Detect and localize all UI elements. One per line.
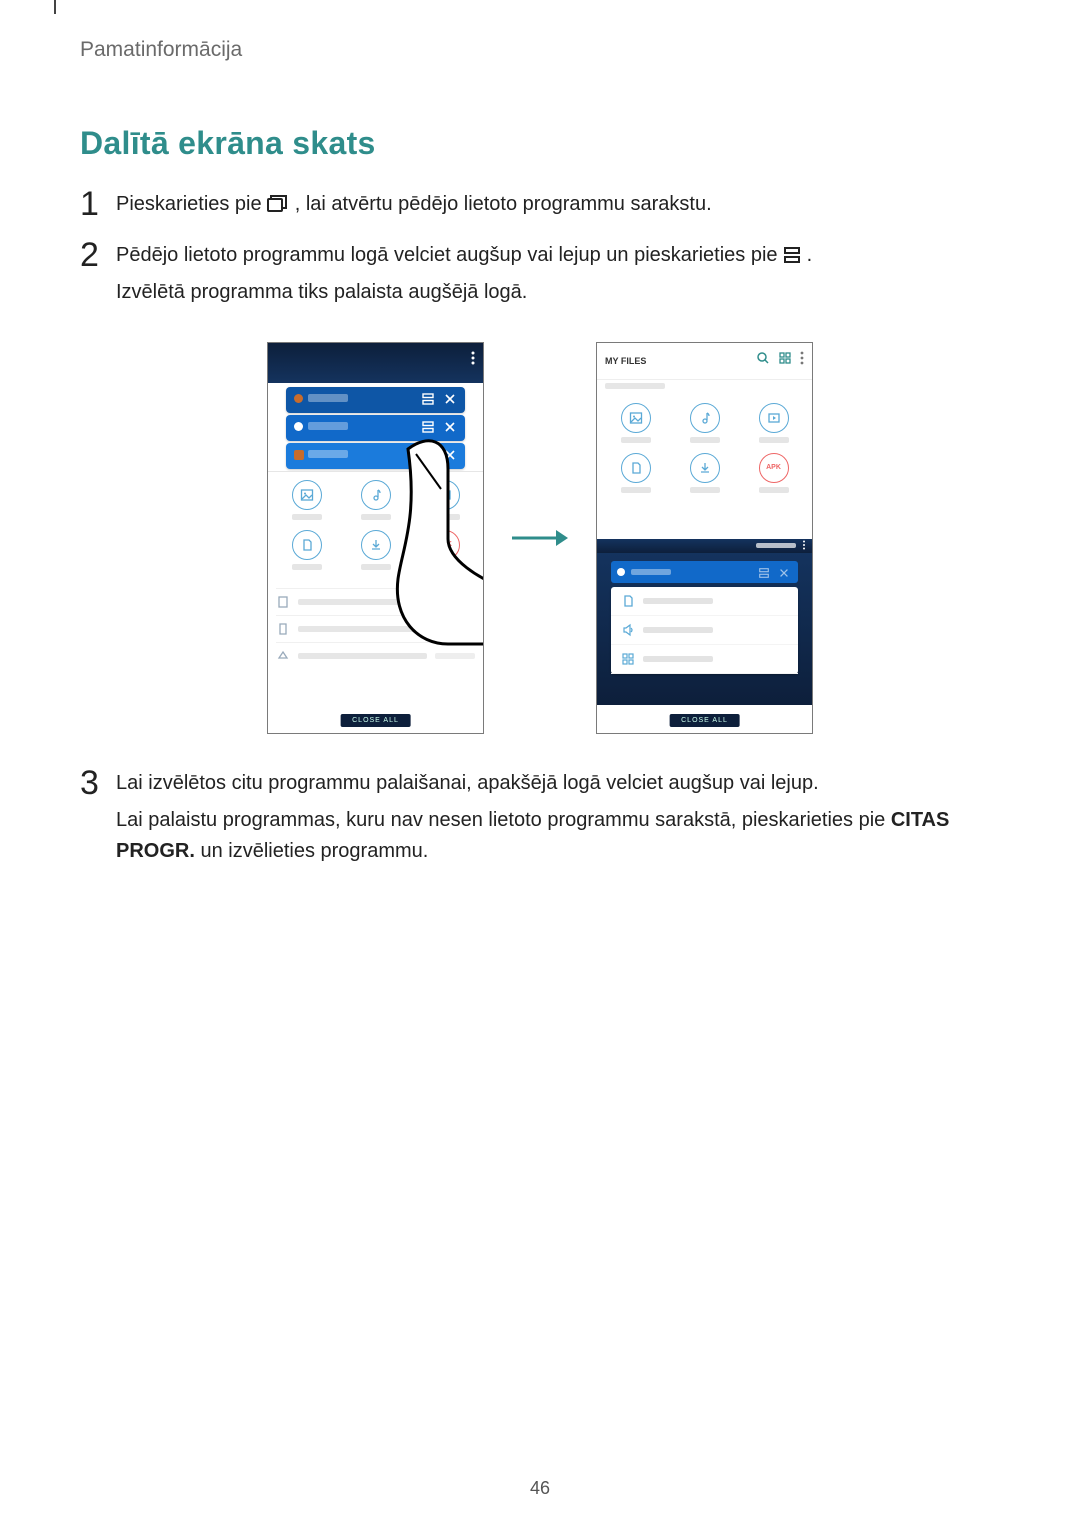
recents-header — [268, 343, 483, 383]
phone-left: APK CLOSE ALL — [267, 342, 484, 734]
page-corner-rule — [54, 0, 56, 14]
app-label — [308, 450, 348, 458]
app-header: MY FILES — [597, 343, 812, 380]
recents-card — [286, 387, 465, 413]
close-icon — [443, 420, 457, 434]
app-title: MY FILES — [605, 356, 646, 366]
file-type-grid: APK — [597, 397, 812, 493]
step-text: Lai izvēlētos citu programmu palaišanai,… — [116, 768, 1000, 799]
download-icon — [361, 530, 391, 560]
document-icon — [621, 453, 651, 483]
images-icon — [292, 480, 322, 510]
step-body: Pēdējo lietoto programmu logā velciet au… — [116, 240, 1000, 314]
sdcard-icon — [276, 622, 290, 636]
settings-preview — [611, 587, 798, 674]
app-icon — [294, 422, 303, 431]
sound-icon — [621, 623, 635, 637]
more-apps-label — [756, 543, 796, 548]
step-body: Lai izvēlētos citu programmu palaišanai,… — [116, 768, 1000, 873]
subheader-label — [605, 383, 665, 389]
step-text: . — [807, 244, 813, 266]
app-icon — [294, 394, 303, 403]
recents-icon — [267, 195, 289, 213]
recents-card — [286, 443, 465, 469]
split-divider — [597, 539, 812, 553]
splitscreen-icon — [421, 392, 435, 406]
apk-icon: APK — [430, 530, 460, 560]
steps-list: 1 Pieskarieties pie , lai atvērtu pēdējo… — [80, 189, 1000, 314]
recents-card — [611, 561, 798, 583]
download-icon — [690, 453, 720, 483]
page-number: 46 — [0, 1478, 1080, 1499]
step-text: Lai palaistu programmas, kuru nav nesen … — [116, 809, 891, 831]
close-all-button: CLOSE ALL — [340, 714, 411, 727]
storage-list — [268, 584, 483, 673]
app-icon — [617, 568, 625, 576]
step-text: Pieskarieties pie — [116, 193, 267, 215]
step-2: 2 Pēdējo lietoto programmu logā velciet … — [80, 240, 1000, 314]
close-all-button: CLOSE ALL — [669, 714, 740, 727]
figure: APK CLOSE ALL MY FILES APK — [80, 342, 1000, 734]
app-label — [308, 422, 348, 430]
more-icon — [471, 351, 475, 370]
step-text: , lai atvērtu pēdējo lietoto programmu s… — [295, 193, 712, 215]
search-icon — [756, 351, 770, 370]
app-icon — [294, 450, 304, 460]
more-icon — [800, 351, 804, 370]
close-icon — [443, 392, 457, 406]
step-number: 3 — [80, 766, 116, 800]
apk-icon: APK — [759, 453, 789, 483]
file-type-grid: APK — [268, 472, 483, 578]
splitscreen-icon — [421, 420, 435, 434]
splitscreen-icon — [783, 246, 801, 264]
notifications-icon — [621, 652, 635, 666]
video-icon — [759, 403, 789, 433]
step-1: 1 Pieskarieties pie , lai atvērtu pēdējo… — [80, 189, 1000, 226]
arrow-right-icon — [510, 526, 570, 550]
audio-icon — [690, 403, 720, 433]
splitscreen-icon — [421, 448, 435, 462]
section-title: Dalītā ekrāna skats — [80, 125, 1000, 162]
recents-card — [286, 415, 465, 441]
step-text: Izvēlētā programma tiks palaista augšējā… — [116, 277, 1000, 308]
cloud-icon — [276, 649, 290, 663]
images-icon — [621, 403, 651, 433]
app-label — [631, 569, 671, 575]
document-icon — [292, 530, 322, 560]
close-icon — [443, 448, 457, 462]
step-text: un izvēlieties programmu. — [200, 840, 428, 862]
connections-icon — [621, 594, 635, 608]
phone-right: MY FILES APK CLOSE ALL — [596, 342, 813, 734]
step-3: 3 Lai izvēlētos citu programmu palaišana… — [80, 768, 1000, 873]
running-header: Pamatinformācija — [80, 38, 242, 62]
steps-list-cont: 3 Lai izvēlētos citu programmu palaišana… — [80, 768, 1000, 873]
device-storage-icon — [276, 595, 290, 609]
step-body: Pieskarieties pie , lai atvērtu pēdējo l… — [116, 189, 1000, 226]
grid-view-icon — [778, 351, 792, 370]
step-text: Pēdējo lietoto programmu logā velciet au… — [116, 244, 783, 266]
splitscreen-icon — [758, 566, 770, 578]
step-number: 1 — [80, 187, 116, 221]
video-icon — [430, 480, 460, 510]
close-icon — [778, 566, 790, 578]
app-label — [308, 394, 348, 402]
step-number: 2 — [80, 238, 116, 272]
files-panel: APK — [268, 471, 483, 733]
audio-icon — [361, 480, 391, 510]
